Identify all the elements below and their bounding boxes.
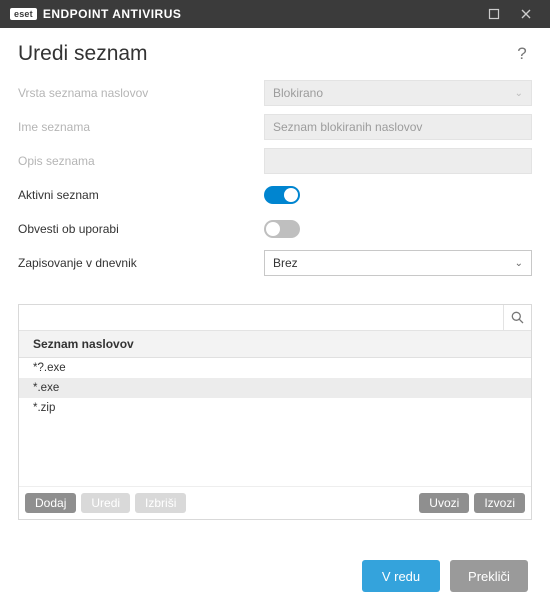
list-item[interactable]: *.zip <box>19 398 531 418</box>
address-list-panel: Seznam naslovov *?.exe*.exe*.zip Dodaj U… <box>18 304 532 520</box>
list-body: *?.exe*.exe*.zip <box>19 358 531 486</box>
label-active-list: Aktivni seznam <box>18 188 264 202</box>
ok-button[interactable]: V redu <box>362 560 440 592</box>
help-icon: ? <box>517 44 526 64</box>
list-item[interactable]: *.exe <box>19 378 531 398</box>
toggle-knob <box>266 222 280 236</box>
search-icon <box>511 311 524 324</box>
product-name: ENDPOINT ANTIVIRUS <box>43 7 182 21</box>
label-list-desc: Opis seznama <box>18 154 264 168</box>
input-list-desc <box>264 148 532 174</box>
search-input[interactable] <box>19 305 503 330</box>
select-logging-value: Brez <box>273 256 298 270</box>
help-button[interactable]: ? <box>512 44 532 64</box>
edit-button[interactable]: Uredi <box>81 493 130 513</box>
select-logging[interactable]: Brez ⌄ <box>264 250 532 276</box>
toggle-knob <box>284 188 298 202</box>
input-list-name: Seznam blokiranih naslovov <box>264 114 532 140</box>
export-button[interactable]: Izvozi <box>474 493 525 513</box>
list-header: Seznam naslovov <box>19 331 531 358</box>
label-address-list-type: Vrsta seznama naslovov <box>18 86 264 100</box>
close-button[interactable] <box>510 0 542 28</box>
label-list-name: Ime seznama <box>18 120 264 134</box>
toggle-notify-on-use[interactable] <box>264 220 300 238</box>
label-notify-on-use: Obvesti ob uporabi <box>18 222 264 236</box>
maximize-button[interactable] <box>478 0 510 28</box>
cancel-button[interactable]: Prekliči <box>450 560 528 592</box>
brand-badge: eset <box>10 8 37 20</box>
select-address-list-type: Blokirano ⌄ <box>264 80 532 106</box>
toggle-active-list[interactable] <box>264 186 300 204</box>
chevron-down-icon: ⌄ <box>515 88 523 99</box>
list-item[interactable]: *?.exe <box>19 358 531 378</box>
chevron-down-icon: ⌄ <box>515 258 523 269</box>
import-button[interactable]: Uvozi <box>419 493 469 513</box>
input-list-name-value: Seznam blokiranih naslovov <box>273 120 422 134</box>
close-icon <box>520 8 532 20</box>
titlebar: eset ENDPOINT ANTIVIRUS <box>0 0 550 28</box>
square-icon <box>488 8 500 20</box>
search-button[interactable] <box>503 305 531 330</box>
page-title: Uredi seznam <box>18 42 148 66</box>
delete-button[interactable]: Izbriši <box>135 493 186 513</box>
add-button[interactable]: Dodaj <box>25 493 76 513</box>
select-address-list-type-value: Blokirano <box>273 86 323 100</box>
label-logging: Zapisovanje v dnevnik <box>18 256 264 270</box>
